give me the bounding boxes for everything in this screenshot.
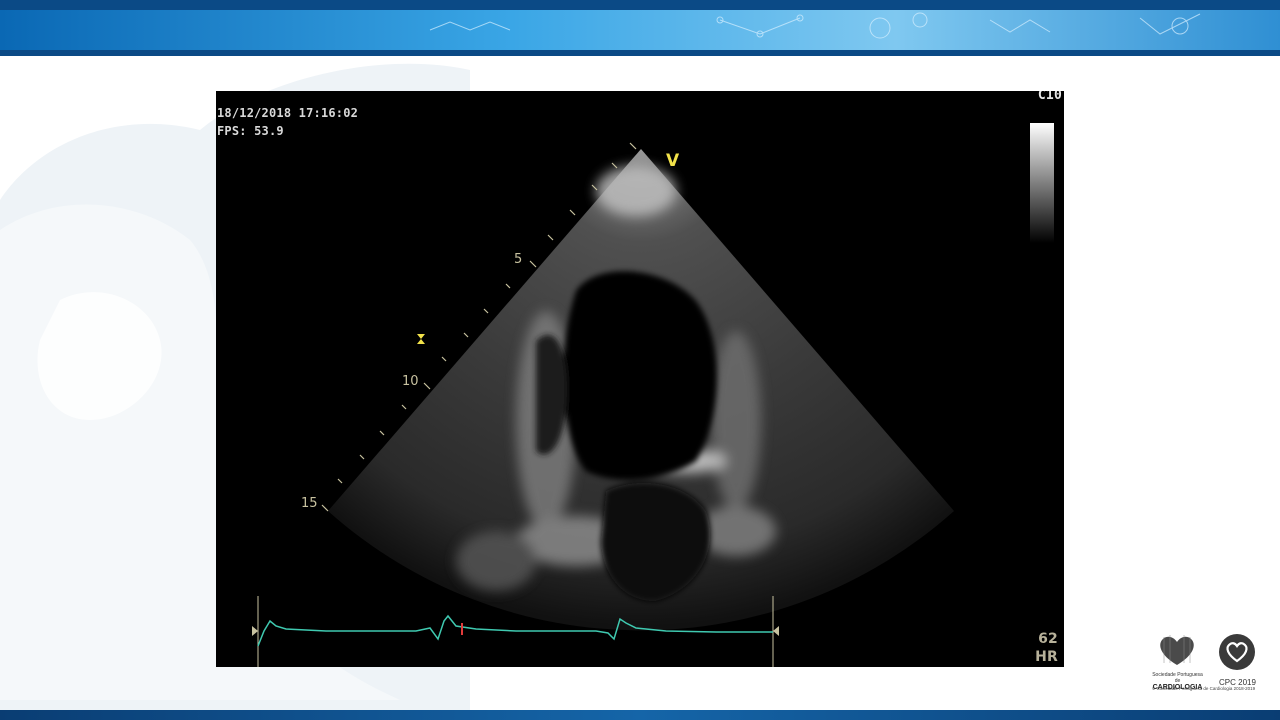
depth-label-5: 5 — [514, 252, 523, 267]
echo-timestamp: 18/12/2018 17:16:02 — [217, 106, 359, 120]
heart-rate-value: 62 — [1038, 631, 1058, 647]
cpc-logo: CPC 2019 — [1210, 633, 1265, 687]
left-ventricle-cavity — [563, 271, 717, 480]
depth-label-15: 15 — [301, 496, 318, 511]
heart-rate-label: HR — [1035, 649, 1058, 665]
heart-logo-icon — [1160, 635, 1194, 665]
cpc-heart-icon — [1219, 634, 1255, 670]
footer-credit: © Sociedade Portuguesa de Cardiologia 20… — [1152, 686, 1256, 691]
echo-fps: FPS: 53.9 — [217, 124, 284, 138]
spc-tagline: Sociedade Portuguesa de — [1152, 672, 1203, 684]
header-banner — [0, 0, 1280, 56]
echo-sector-graphic — [252, 123, 1054, 667]
focus-marker-icon — [417, 334, 425, 344]
footer-bar — [0, 710, 1280, 720]
spc-logo: Sociedade Portuguesa de CARDIOLOGIA — [1150, 633, 1205, 691]
grayscale-bar — [1030, 123, 1054, 243]
orientation-marker: V — [666, 151, 680, 171]
echocardiogram-image: 18/12/2018 17:16:02 FPS: 53.9 C10 V 5 10… — [216, 91, 1064, 667]
echo-preset-label: C10 — [1037, 91, 1062, 103]
depth-label-10: 10 — [402, 374, 419, 389]
